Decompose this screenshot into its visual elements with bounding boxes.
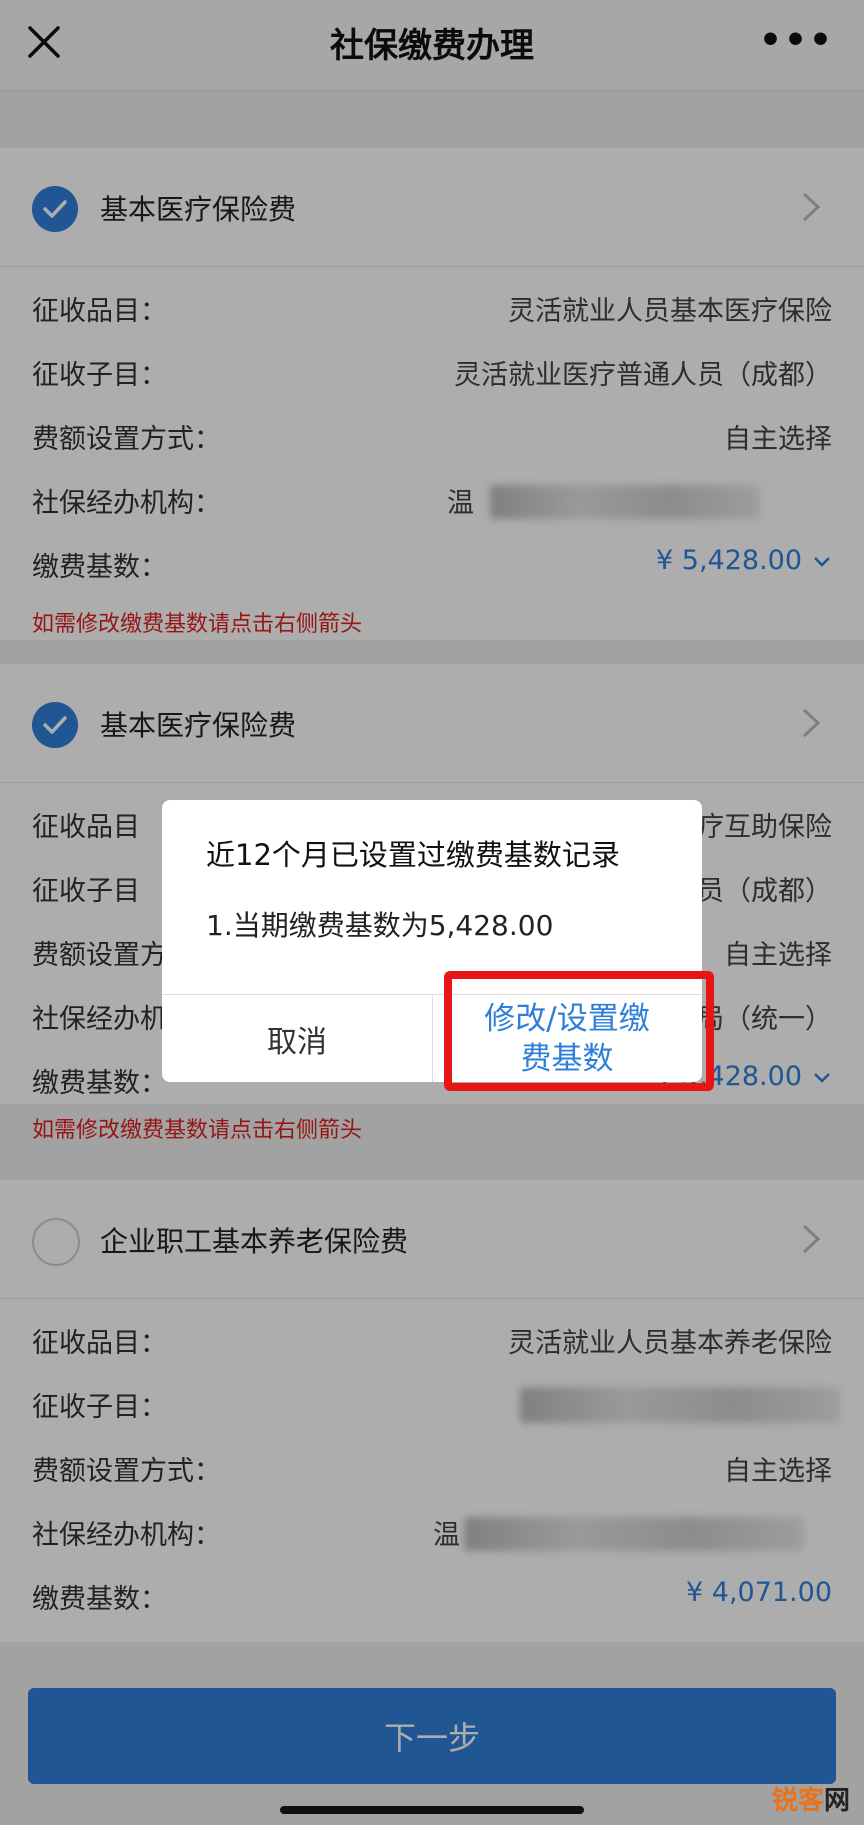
highlight-box	[444, 971, 714, 1091]
dialog-message: 1.当期缴费基数为5,428.00	[206, 909, 554, 942]
watermark-logo: 锐客	[771, 1786, 824, 1816]
home-indicator	[280, 1806, 584, 1814]
dialog-title: 近12个月已设置过缴费基数记录	[206, 838, 620, 872]
cancel-button[interactable]: 取消	[162, 995, 433, 1082]
watermark: 锐客网	[771, 1786, 850, 1816]
